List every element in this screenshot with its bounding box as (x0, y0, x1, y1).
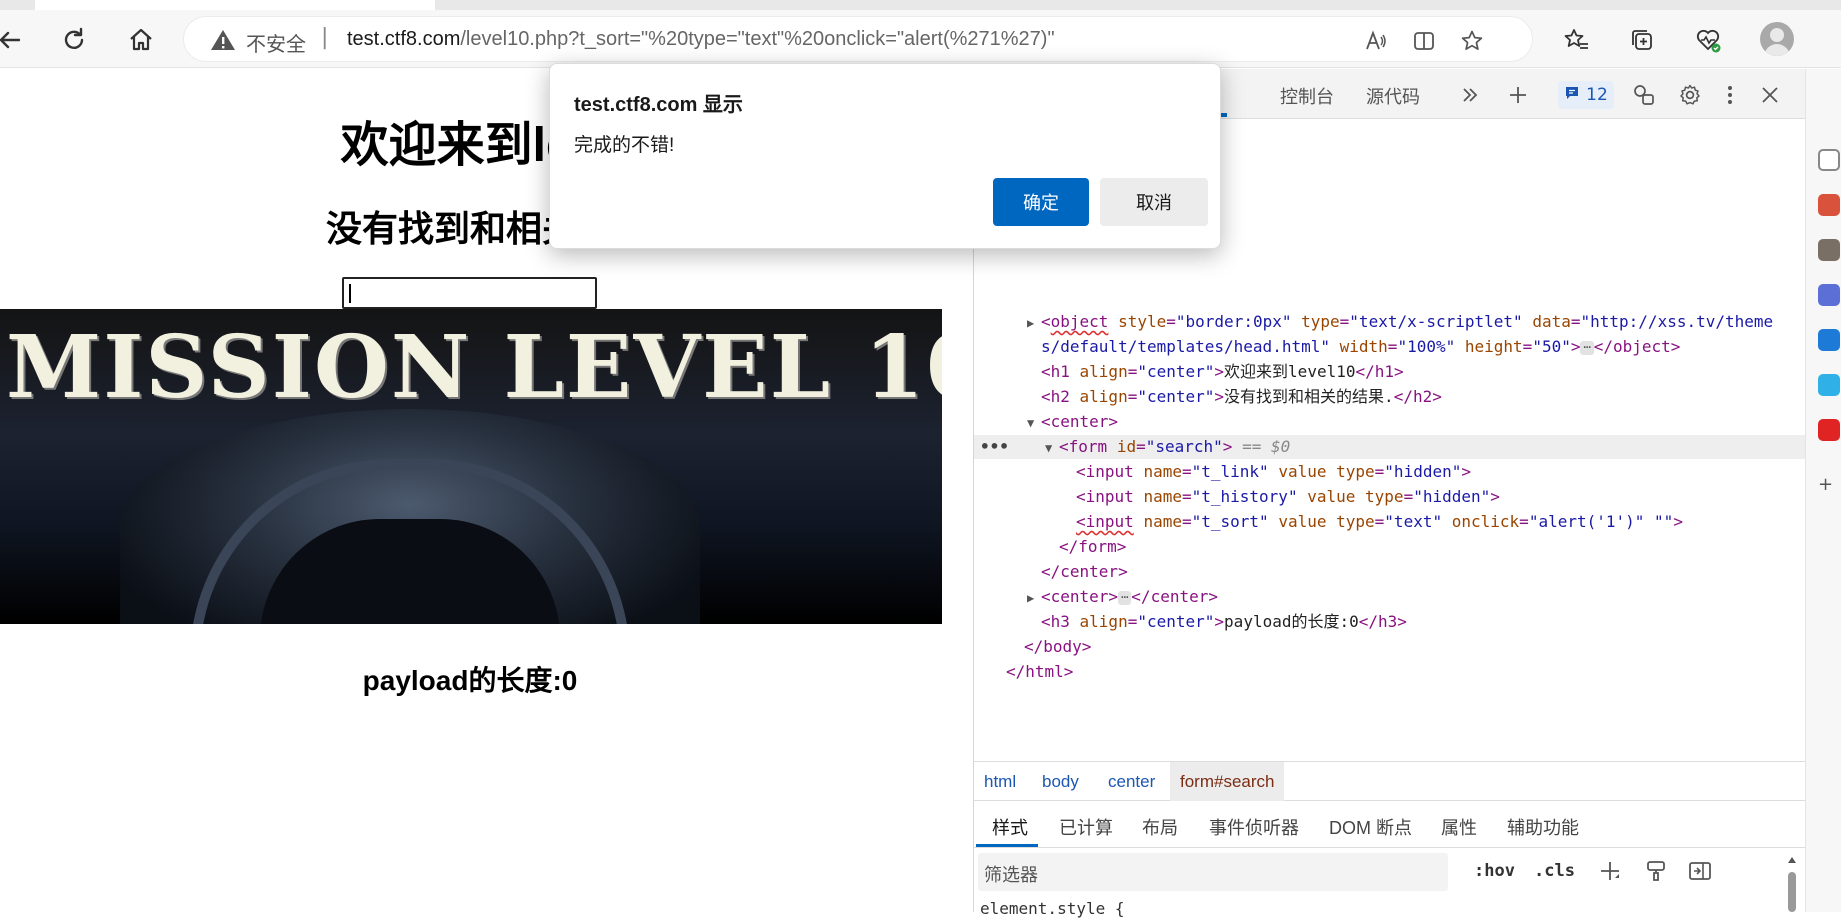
subtab-styles[interactable]: 样式 (992, 814, 1028, 840)
sidebar-add-icon[interactable]: + (1818, 474, 1840, 496)
edge-sidebar: + (1805, 69, 1841, 912)
dom-object-line-cont[interactable]: s/default/templates/head.html" width="10… (1041, 335, 1680, 359)
collapse-triangle-icon[interactable]: ▼ (1027, 411, 1041, 435)
dom-center-open[interactable]: ▼ <center> (1027, 410, 1118, 434)
dom-h3-line[interactable]: <h3 align="center">payload的长度:0</h3> (1041, 610, 1407, 634)
dom-body-close[interactable]: </body> (1024, 635, 1091, 659)
cancel-button[interactable]: 取消 (1100, 178, 1208, 226)
settings-gear-icon[interactable] (1676, 81, 1704, 109)
subtab-layout[interactable]: 布局 (1142, 814, 1178, 840)
dom-input-t-sort[interactable]: <input name="t_sort" value type="text" o… (1076, 510, 1683, 534)
favorite-star-icon[interactable] (1460, 29, 1484, 53)
active-tab[interactable] (35, 0, 435, 10)
dom-object-line[interactable]: ▶ <object style="border:0px" type="text/x… (1027, 310, 1773, 334)
add-tab-icon[interactable] (1504, 81, 1532, 109)
issues-badge[interactable]: 12 (1558, 81, 1614, 109)
warning-icon[interactable] (210, 28, 236, 56)
dom-html-close[interactable]: </html> (1006, 660, 1073, 684)
hov-toggle[interactable]: :hov (1474, 861, 1515, 881)
mission-level-banner: MISSION LEVEL 10 (0, 309, 942, 624)
collapse-triangle-icon[interactable]: ▼ (1045, 436, 1059, 460)
sidebar-tools-icon[interactable] (1818, 194, 1840, 216)
browser-essentials-icon[interactable] (1692, 24, 1724, 56)
dom-input-t-link[interactable]: <input name="t_link" value type="hidden"… (1076, 460, 1471, 484)
expand-triangle-icon[interactable]: ▶ (1027, 311, 1041, 335)
styles-filter-input[interactable]: 筛选器 (978, 853, 1448, 891)
breadcrumb-html[interactable]: html (974, 762, 1026, 801)
close-devtools-icon[interactable] (1756, 81, 1784, 109)
back-icon[interactable] (0, 24, 26, 56)
paint-brush-icon[interactable] (1642, 857, 1670, 885)
address-bar[interactable]: 不安全 | test.ctf8.com/level10.php?t_sort="… (183, 16, 1533, 62)
profile-avatar[interactable] (1760, 22, 1794, 56)
subtab-computed[interactable]: 已计算 (1059, 814, 1113, 840)
url-host: test.ctf8.com (347, 28, 461, 50)
more-tabs-icon[interactable] (1456, 81, 1484, 109)
split-screen-icon[interactable] (1412, 29, 1436, 53)
scroll-up-arrow-icon[interactable] (1785, 853, 1799, 867)
dom-input-t-history[interactable]: <input name="t_history" value type="hidd… (1076, 485, 1500, 509)
search-input[interactable] (342, 277, 597, 309)
dom-h1-line[interactable]: <h1 align="center">欢迎来到level10</h1> (1041, 360, 1404, 384)
breadcrumb: html body center form#search (974, 761, 1806, 801)
tab-console[interactable]: 控制台 (1280, 83, 1334, 109)
sidebar-search-icon[interactable] (1818, 149, 1840, 171)
sidebar-youtube-icon[interactable] (1818, 419, 1840, 441)
dom-h2-line[interactable]: <h2 align="center">没有找到和相关的结果.</h2> (1041, 385, 1442, 409)
alert-dialog: test.ctf8.com 显示 完成的不错! 确定 取消 (549, 63, 1221, 249)
sidebar-outlook-icon[interactable] (1818, 329, 1840, 351)
dom-center2-line[interactable]: ▶ <center> ⋯ </center> (1027, 585, 1218, 609)
issues-count: 12 (1586, 85, 1608, 105)
refresh-icon[interactable] (58, 24, 90, 56)
breadcrumb-body[interactable]: body (1032, 762, 1089, 801)
styles-subtabs: 样式 已计算 布局 事件侦听器 DOM 断点 属性 辅助功能 (974, 802, 1806, 848)
collapsed-ellipsis[interactable]: ⋯ (1580, 340, 1594, 355)
devices-icon[interactable] (1630, 81, 1658, 109)
tab-strip (0, 0, 1841, 10)
styles-scrollbar[interactable] (1785, 850, 1799, 912)
url-text[interactable]: test.ctf8.com/level10.php?t_sort="%20typ… (347, 28, 1055, 51)
address-separator: | (321, 25, 329, 50)
expand-triangle-icon[interactable]: ▶ (1027, 586, 1041, 610)
new-style-rule-icon[interactable] (1596, 857, 1624, 885)
dom-center-close[interactable]: </center> (1041, 560, 1128, 584)
dom-form-close[interactable]: </form> (1059, 535, 1126, 559)
cls-toggle[interactable]: .cls (1534, 861, 1575, 881)
more-options-icon[interactable] (1716, 81, 1744, 109)
url-path: /level10.php?t_sort="%20type="text"%20on… (460, 28, 1055, 50)
collections-icon[interactable] (1626, 24, 1658, 56)
breadcrumb-form-search[interactable]: form#search (1170, 762, 1285, 801)
read-aloud-icon[interactable] (1364, 29, 1388, 53)
scroll-thumb[interactable] (1788, 872, 1796, 912)
sidebar-copilot-icon[interactable] (1818, 284, 1840, 306)
toggle-sidebar-icon[interactable] (1686, 857, 1714, 885)
tab-sources[interactable]: 源代码 (1366, 83, 1420, 109)
subtab-dom-breakpoints[interactable]: DOM 断点 (1329, 814, 1412, 840)
issues-icon (1564, 85, 1580, 106)
payload-length: payload的长度:0 (362, 665, 578, 696)
home-icon[interactable] (125, 24, 157, 56)
subtab-properties[interactable]: 属性 (1441, 814, 1477, 840)
banner-title: MISSION LEVEL 10 (6, 317, 942, 418)
insecure-label[interactable]: 不安全 (246, 28, 306, 57)
collapsed-ellipsis[interactable]: ⋯ (1118, 590, 1132, 605)
dom-form-line-selected[interactable]: ••• ▼ <form id="search"> == $0 (974, 435, 1806, 459)
sidebar-games-icon[interactable] (1818, 239, 1840, 261)
favorites-icon[interactable] (1560, 24, 1592, 56)
breadcrumb-center[interactable]: center (1098, 762, 1165, 801)
text-caret (349, 284, 351, 303)
styles-filter-bar: 筛选器 :hov .cls (974, 849, 1806, 893)
row-actions-dots[interactable]: ••• (980, 435, 1009, 459)
subtab-active-indicator (976, 844, 1038, 847)
ok-button[interactable]: 确定 (993, 178, 1089, 226)
element-style-rule: element.style { (980, 899, 1125, 918)
dialog-message: 完成的不错! (574, 135, 675, 156)
subtab-event-listeners[interactable]: 事件侦听器 (1209, 814, 1299, 840)
subtab-accessibility[interactable]: 辅助功能 (1507, 814, 1579, 840)
browser-toolbar: 不安全 | test.ctf8.com/level10.php?t_sort="… (0, 10, 1841, 68)
dialog-title: test.ctf8.com 显示 (574, 94, 743, 116)
sidebar-drop-icon[interactable] (1818, 374, 1840, 396)
